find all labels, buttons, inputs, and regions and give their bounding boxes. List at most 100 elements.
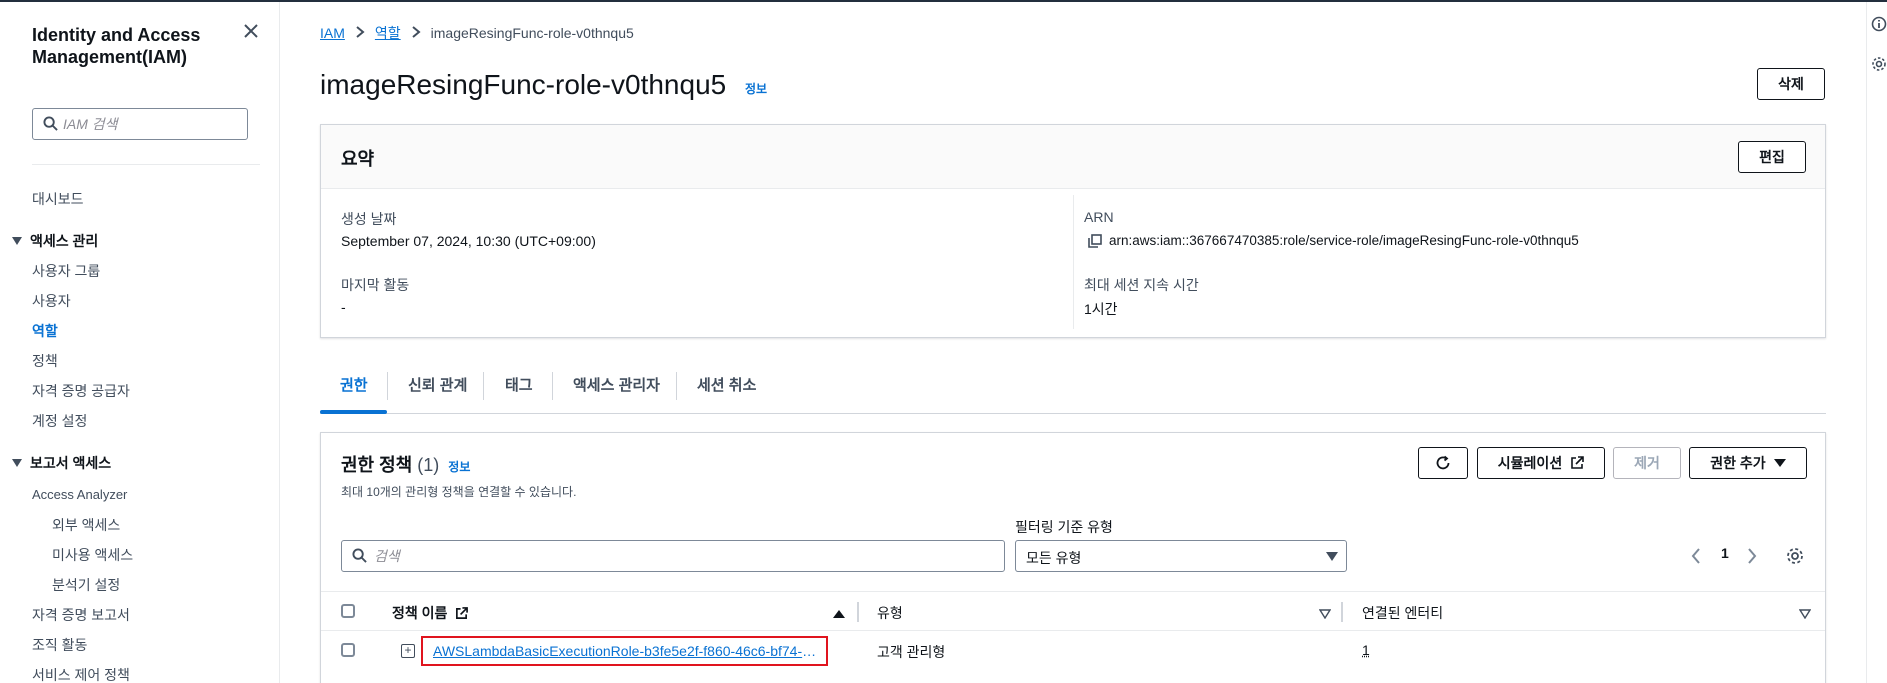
refresh-icon	[1436, 455, 1450, 470]
tab-separator	[483, 372, 484, 400]
caret-down-icon	[1773, 459, 1786, 467]
caret-down-icon	[1326, 552, 1338, 561]
last-activity-label: 마지막 활동	[341, 277, 410, 293]
column-divider	[1341, 602, 1343, 622]
max-session-label: 최대 세션 지속 시간	[1084, 277, 1199, 293]
simulate-button[interactable]: 시뮬레이션	[1477, 447, 1605, 479]
sidebar-section-access-reports[interactable]: 보고서 액세스	[12, 454, 111, 472]
chevron-right-icon	[355, 24, 365, 42]
remove-button[interactable]: 제거	[1613, 447, 1681, 479]
active-tab-indicator	[320, 410, 387, 414]
breadcrumb: IAM 역할 imageResingFunc-role-v0thnqu5	[320, 24, 634, 42]
summary-header: 요약 편집	[321, 125, 1825, 189]
right-utility-rail	[1866, 2, 1887, 683]
sidebar-item-identity-providers[interactable]: 자격 증명 공급자	[32, 382, 130, 400]
page-info-link[interactable]: 정보	[745, 80, 767, 97]
row-checkbox[interactable]	[341, 643, 355, 657]
refresh-button[interactable]	[1418, 447, 1468, 479]
sidebar-item-account-settings[interactable]: 계정 설정	[32, 412, 87, 430]
chevron-left-icon[interactable]	[1691, 548, 1701, 567]
chevron-right-icon	[411, 24, 421, 42]
tab-separator	[676, 372, 677, 400]
page-title: imageResingFunc-role-v0thnqu5	[320, 69, 727, 100]
sort-icon[interactable]	[1798, 606, 1812, 622]
caret-down-icon	[12, 459, 22, 468]
sidebar-item-organization-activity[interactable]: 조직 활동	[32, 636, 87, 654]
sidebar: Identity and Access Management(IAM) 대시보드…	[0, 2, 280, 683]
sidebar-title: Identity and Access Management(IAM)	[32, 25, 201, 67]
column-policy-name-label: 정책 이름	[392, 605, 448, 621]
breadcrumb-roles[interactable]: 역할	[375, 25, 401, 41]
created-date-label: 생성 날짜	[341, 211, 397, 227]
info-icon[interactable]	[1871, 16, 1887, 32]
tab-revoke-sessions[interactable]: 세션 취소	[697, 376, 756, 396]
policy-type-cell: 고객 관리형	[877, 644, 946, 660]
tab-separator	[552, 372, 553, 400]
sidebar-item-policies[interactable]: 정책	[32, 352, 58, 370]
breadcrumb-iam[interactable]: IAM	[320, 25, 345, 41]
column-type[interactable]: 유형	[877, 603, 903, 623]
sidebar-item-unused-access[interactable]: 미사용 액세스	[52, 546, 133, 564]
tab-bar: 권한 신뢰 관계 태그 액세스 관리자 세션 취소	[320, 364, 1826, 414]
summary-divider	[1073, 195, 1074, 329]
policy-search-input[interactable]	[374, 546, 974, 566]
permissions-count: (1)	[417, 455, 440, 475]
section-label: 보고서 액세스	[30, 455, 112, 471]
column-attached-entities[interactable]: 연결된 엔터티	[1362, 603, 1443, 623]
edit-button[interactable]: 편집	[1738, 141, 1806, 173]
permissions-card: 권한 정책 (1) 정보 최대 10개의 관리형 정책을 연결할 수 있습니다.…	[320, 432, 1826, 683]
tab-tags[interactable]: 태그	[505, 376, 533, 396]
sidebar-divider	[32, 164, 260, 165]
sidebar-item-roles[interactable]: 역할	[32, 322, 58, 340]
settings-icon[interactable]	[1871, 56, 1887, 72]
search-icon	[43, 116, 58, 134]
arn-label: ARN	[1084, 209, 1114, 225]
sidebar-item-user-groups[interactable]: 사용자 그룹	[32, 262, 100, 280]
external-link-icon	[1571, 456, 1585, 469]
add-permissions-button[interactable]: 권한 추가	[1689, 447, 1807, 479]
gear-icon[interactable]	[1786, 547, 1804, 568]
external-link-icon	[456, 607, 469, 619]
policy-name-link[interactable]: AWSLambdaBasicExecutionRole-b3fe5e2f-f86…	[421, 636, 828, 666]
delete-button[interactable]: 삭제	[1757, 68, 1825, 100]
chevron-right-icon[interactable]	[1747, 548, 1757, 567]
breadcrumb-current: imageResingFunc-role-v0thnqu5	[430, 25, 634, 41]
tab-trust-relationships[interactable]: 신뢰 관계	[408, 376, 467, 396]
select-all-checkbox[interactable]	[341, 604, 355, 618]
sidebar-section-access-management[interactable]: 액세스 관리	[12, 232, 98, 250]
sidebar-item-scp[interactable]: 서비스 제어 정책	[32, 666, 130, 683]
max-session-value: 1시간	[1084, 301, 1118, 317]
column-divider	[857, 602, 859, 622]
tab-separator	[387, 372, 388, 400]
sidebar-item-access-analyzer[interactable]: Access Analyzer	[32, 486, 127, 504]
sort-ascending-icon[interactable]	[833, 606, 845, 622]
sidebar-item-credential-report[interactable]: 자격 증명 보고서	[32, 606, 130, 624]
section-label: 액세스 관리	[30, 233, 99, 249]
add-permissions-label: 권한 추가	[1710, 455, 1766, 471]
tab-permissions[interactable]: 권한	[340, 376, 368, 396]
permissions-title: 권한 정책 (1) 정보	[341, 451, 470, 477]
close-icon[interactable]	[240, 22, 262, 44]
filter-type-value: 모든 유형	[1026, 550, 1082, 566]
page-number[interactable]: 1	[1721, 545, 1729, 561]
sidebar-item-dashboard[interactable]: 대시보드	[32, 190, 84, 208]
sidebar-item-external-access[interactable]: 외부 액세스	[52, 516, 120, 534]
filter-type-label: 필터링 기준 유형	[1015, 519, 1113, 535]
permissions-title-text: 권한 정책	[341, 455, 413, 475]
last-activity-value: -	[341, 299, 346, 315]
sidebar-item-users[interactable]: 사용자	[32, 292, 71, 310]
permissions-info-link[interactable]: 정보	[448, 460, 470, 474]
summary-card: 요약 편집 생성 날짜 September 07, 2024, 10:30 (U…	[320, 124, 1826, 338]
sort-icon[interactable]	[1318, 606, 1332, 622]
expand-plus-icon[interactable]: +	[401, 644, 415, 658]
copy-icon[interactable]	[1088, 234, 1102, 251]
column-policy-name[interactable]: 정책 이름	[392, 603, 469, 623]
table-header: 정책 이름 유형 연결된 엔터티	[321, 591, 1825, 631]
sidebar-search-input[interactable]	[63, 113, 243, 135]
filter-type-select[interactable]: 모든 유형	[1015, 540, 1347, 572]
sidebar-item-analyzer-settings[interactable]: 분석기 설정	[52, 576, 120, 594]
tab-access-advisor[interactable]: 액세스 관리자	[573, 376, 660, 396]
attached-entities-count[interactable]: 1	[1362, 642, 1370, 658]
policy-search[interactable]	[341, 540, 1005, 572]
sidebar-search[interactable]	[32, 108, 248, 140]
